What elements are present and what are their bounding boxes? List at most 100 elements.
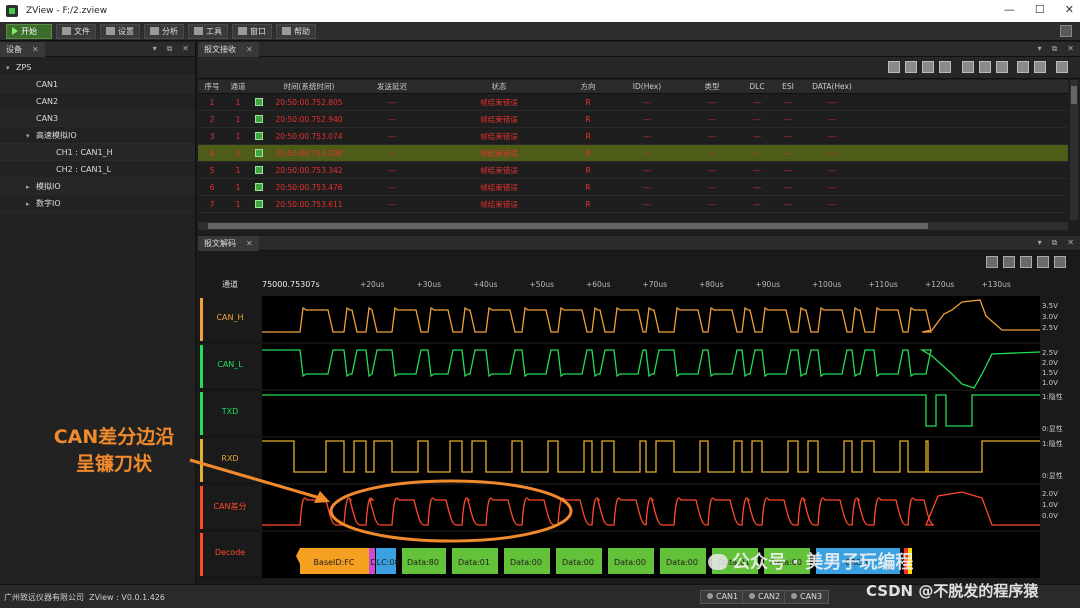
table-row[interactable]: 5 1 20:50:00.753.342 --- 帧结束错误 R --- --- --- --- -… bbox=[198, 162, 1068, 179]
analysis-menu[interactable]: 分析 bbox=[144, 23, 184, 39]
tree-item[interactable]: ▸ 数字IO bbox=[0, 195, 195, 212]
column-header[interactable]: 状态 bbox=[434, 80, 564, 94]
screenshot-icon[interactable] bbox=[1060, 25, 1072, 37]
cursor-icon[interactable] bbox=[1003, 256, 1015, 268]
row-checkbox[interactable] bbox=[255, 183, 263, 191]
tab-device[interactable]: 设备 ✕ bbox=[0, 41, 45, 57]
channel-label[interactable]: Decode bbox=[198, 531, 262, 578]
pause-icon[interactable] bbox=[939, 61, 951, 73]
scroll-thumb[interactable] bbox=[208, 223, 928, 229]
pin-icon[interactable]: ▾ bbox=[153, 44, 157, 54]
row-checkbox[interactable] bbox=[255, 98, 263, 106]
window-menu[interactable]: 窗口 bbox=[232, 23, 272, 39]
horizontal-scrollbar[interactable] bbox=[198, 222, 1068, 230]
pin-icon[interactable]: ▾ bbox=[1038, 238, 1042, 248]
table-row[interactable]: 2 1 20:50:00.752.940 --- 帧结束错误 R --- --- --- --- -… bbox=[198, 111, 1068, 128]
row-checkbox[interactable] bbox=[255, 132, 263, 140]
help-menu[interactable]: 帮助 bbox=[276, 23, 316, 39]
tools-menu[interactable]: 工具 bbox=[188, 23, 228, 39]
settings-menu[interactable]: 设置 bbox=[100, 23, 140, 39]
channel-label[interactable]: CAN_H bbox=[198, 296, 262, 343]
caret-icon[interactable]: ▾ bbox=[6, 60, 16, 77]
status-can1[interactable]: CAN1 bbox=[700, 590, 746, 604]
close-icon[interactable]: ✕ bbox=[246, 45, 253, 54]
pin-icon[interactable]: ▾ bbox=[1038, 44, 1042, 54]
tree-item[interactable]: CAN1 bbox=[0, 76, 195, 93]
column-header[interactable]: 类型 bbox=[686, 80, 738, 94]
column-header[interactable]: 通道 bbox=[224, 80, 252, 94]
close-icon[interactable]: ✕ bbox=[246, 239, 253, 248]
status-can2[interactable]: CAN2 bbox=[742, 590, 788, 604]
column-header[interactable]: 序号 bbox=[202, 80, 222, 94]
search-icon[interactable] bbox=[979, 61, 991, 73]
clear-icon[interactable] bbox=[922, 61, 934, 73]
float-icon[interactable]: ⧉ bbox=[1052, 238, 1058, 248]
maximize-icon[interactable]: ☐ bbox=[1035, 3, 1045, 16]
row-checkbox[interactable] bbox=[255, 166, 263, 174]
tree-item[interactable]: CH2 : CAN1_L bbox=[0, 161, 195, 178]
tree-item[interactable]: ▾ 高速模拟IO bbox=[0, 127, 195, 144]
table-row[interactable]: 4 1 20:50:00.753.208 --- 帧结束错误 R --- --- --- --- -… bbox=[198, 145, 1068, 162]
column-header[interactable]: 时间(系统时间) bbox=[268, 80, 350, 94]
close-icon[interactable]: ✕ bbox=[32, 45, 39, 54]
close-icon[interactable]: ✕ bbox=[1067, 238, 1074, 248]
float-icon[interactable]: ⧉ bbox=[1052, 44, 1058, 54]
add-icon[interactable] bbox=[986, 256, 998, 268]
row-checkbox[interactable] bbox=[255, 115, 263, 123]
waveform-area[interactable]: BaseID:FC DLC:08 Data:80 Data:01 Data:00 Data… bbox=[262, 296, 1041, 578]
column-header[interactable]: 发送延迟 bbox=[352, 80, 432, 94]
menu-icon[interactable] bbox=[1054, 256, 1066, 268]
channel-label[interactable]: CAN_L bbox=[198, 343, 262, 390]
record-icon[interactable] bbox=[1017, 61, 1029, 73]
tree-item[interactable]: ▾ ZPS bbox=[0, 59, 195, 76]
table-row[interactable]: 6 1 20:50:00.753.476 --- 帧结束错误 R --- --- --- --- -… bbox=[198, 179, 1068, 196]
tree-item[interactable]: ▸ 模拟IO bbox=[0, 178, 195, 195]
caret-icon[interactable]: ▾ bbox=[26, 128, 36, 145]
tree-item[interactable]: CAN2 bbox=[0, 93, 195, 110]
channel-label[interactable]: TXD bbox=[198, 390, 262, 437]
save-icon[interactable] bbox=[1037, 256, 1049, 268]
table-cell: 20:50:00.753.476 bbox=[275, 183, 343, 192]
start-button[interactable]: 开始 bbox=[6, 23, 52, 39]
tree-item[interactable]: CH1 : CAN1_H bbox=[0, 144, 195, 161]
vertical-scrollbar[interactable] bbox=[1070, 80, 1078, 220]
column-header[interactable] bbox=[252, 80, 266, 94]
fit-icon[interactable] bbox=[1020, 256, 1032, 268]
table-row[interactable]: 1 1 20:50:00.752.805 --- 帧结束错误 R --- --- --- --- -… bbox=[198, 94, 1068, 111]
table-cell: --- bbox=[707, 166, 717, 175]
table-row[interactable]: 3 1 20:50:00.753.074 --- 帧结束错误 R --- --- --- --- -… bbox=[198, 128, 1068, 145]
column-header[interactable]: ESI bbox=[776, 80, 800, 94]
status-can3[interactable]: CAN3 bbox=[784, 590, 830, 604]
scroll-icon[interactable] bbox=[962, 61, 974, 73]
stop-icon[interactable] bbox=[1034, 61, 1046, 73]
channel-label[interactable]: RXD bbox=[198, 437, 262, 484]
column-header[interactable]: 方向 bbox=[570, 80, 606, 94]
file-menu[interactable]: 文件 bbox=[56, 23, 96, 39]
tree-item[interactable]: CAN3 bbox=[0, 110, 195, 127]
column-header[interactable]: DATA(Hex) bbox=[802, 80, 862, 94]
scroll-thumb[interactable] bbox=[1071, 86, 1077, 104]
close-icon[interactable]: ✕ bbox=[1065, 3, 1074, 16]
save-icon[interactable] bbox=[996, 61, 1008, 73]
table-cell: --- bbox=[827, 132, 837, 141]
close-icon[interactable]: ✕ bbox=[1067, 44, 1074, 54]
row-checkbox[interactable] bbox=[255, 200, 263, 208]
filter-icon[interactable] bbox=[905, 61, 917, 73]
column-header[interactable]: DLC bbox=[740, 80, 774, 94]
channel-label[interactable]: CAN差分 bbox=[198, 484, 262, 531]
float-icon[interactable]: ⧉ bbox=[167, 44, 173, 54]
tab-message-decode[interactable]: 报文解码 ✕ bbox=[198, 235, 259, 251]
minimize-icon[interactable]: — bbox=[1004, 3, 1015, 16]
caret-icon[interactable]: ▸ bbox=[26, 196, 36, 213]
caret-icon[interactable]: ▸ bbox=[26, 179, 36, 196]
row-checkbox[interactable] bbox=[255, 149, 263, 157]
table-row[interactable]: 7 1 20:50:00.753.611 --- 帧结束错误 R --- --- --- --- -… bbox=[198, 196, 1068, 213]
waveform-canvas[interactable]: BaseID:FC DLC:08 Data:80 Data:01 Data:00 Data… bbox=[262, 296, 1041, 578]
close-icon[interactable]: ✕ bbox=[182, 44, 189, 54]
export-icon[interactable] bbox=[888, 61, 900, 73]
table-cell: --- bbox=[642, 200, 652, 209]
table-cell: 20:50:00.753.208 bbox=[275, 149, 343, 158]
column-header[interactable]: ID(Hex) bbox=[610, 80, 684, 94]
menu-icon[interactable] bbox=[1056, 61, 1068, 73]
tab-message-receive[interactable]: 报文接收 ✕ bbox=[198, 41, 259, 57]
